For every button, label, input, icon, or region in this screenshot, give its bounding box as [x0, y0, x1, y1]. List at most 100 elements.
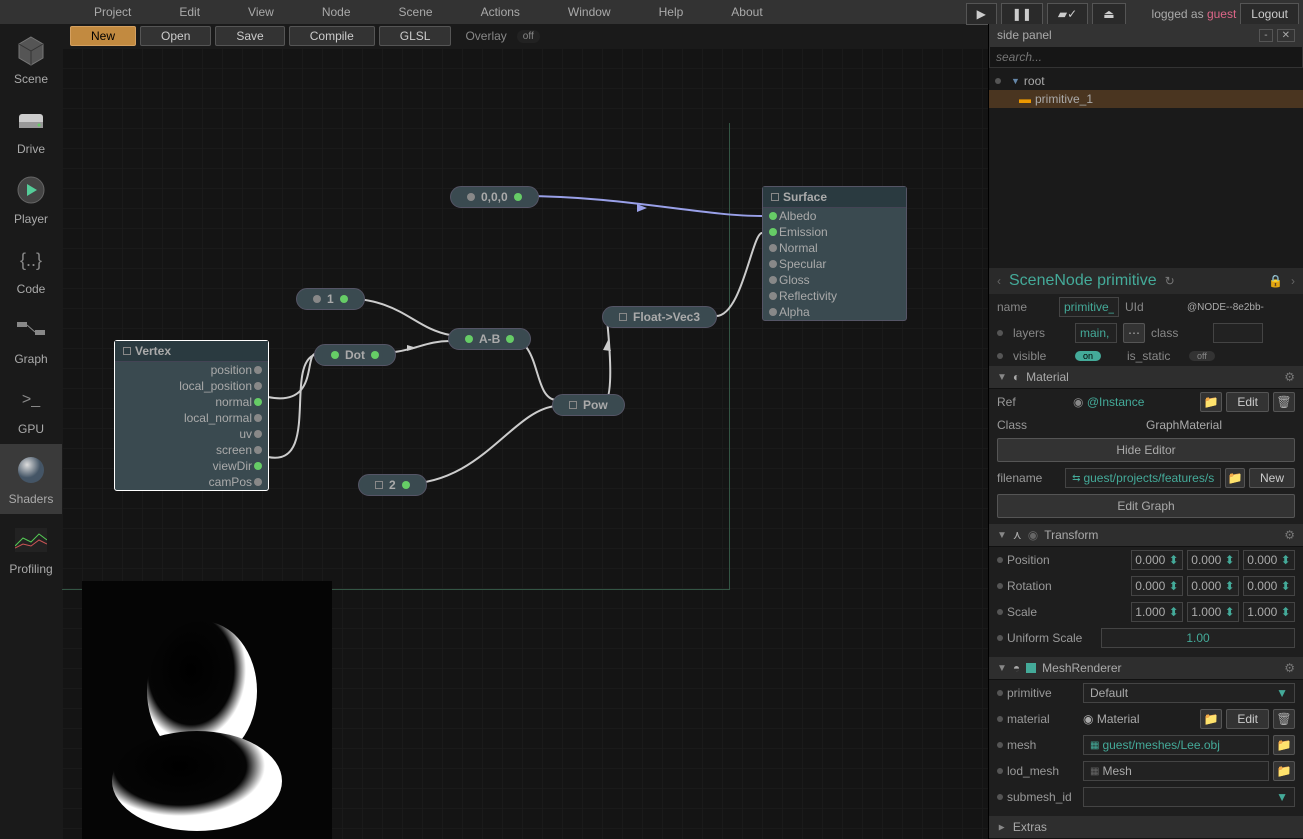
port-campos[interactable]: camPos — [115, 474, 268, 490]
scl-y[interactable]: 1.000 ⬍ — [1187, 602, 1239, 622]
menu-edit[interactable]: Edit — [155, 0, 224, 24]
filename-input[interactable]: ⇆ guest/projects/features/s — [1065, 468, 1221, 488]
search-input[interactable] — [989, 46, 1303, 68]
node-float-to-vec3[interactable]: Float->Vec3 — [602, 306, 717, 328]
folder-icon[interactable]: 📁 — [1273, 761, 1295, 781]
port-position[interactable]: position — [115, 362, 268, 378]
chevron-right-icon[interactable]: › — [1291, 274, 1295, 288]
checkbox-icon[interactable] — [569, 401, 577, 409]
tool-code[interactable]: {..}Code — [0, 234, 62, 304]
pause-button[interactable]: ❚❚ — [1001, 3, 1043, 25]
uniform-scale[interactable]: 1.00 — [1101, 628, 1295, 648]
save-button[interactable]: Save — [215, 26, 284, 46]
menu-help[interactable]: Help — [635, 0, 708, 24]
gear-icon[interactable]: ⚙ — [1284, 528, 1295, 542]
tool-profiling[interactable]: Profiling — [0, 514, 62, 584]
rot-y[interactable]: 0.000 ⬍ — [1187, 576, 1239, 596]
node-pow[interactable]: Pow — [552, 394, 625, 416]
trash-icon[interactable]: 🗑 — [1273, 709, 1295, 729]
port-uv[interactable]: uv — [115, 426, 268, 442]
class-input[interactable] — [1213, 323, 1263, 343]
static-toggle[interactable]: off — [1189, 351, 1215, 361]
glsl-button[interactable]: GLSL — [379, 26, 452, 46]
rot-x[interactable]: 0.000 ⬍ — [1131, 576, 1183, 596]
pos-x[interactable]: 0.000 ⬍ — [1131, 550, 1183, 570]
rot-z[interactable]: 0.000 ⬍ — [1243, 576, 1295, 596]
port-albedo[interactable]: Albedo — [763, 208, 906, 224]
checkbox-icon[interactable] — [375, 481, 383, 489]
tool-drive[interactable]: Drive — [0, 94, 62, 164]
edit-graph-button[interactable]: Edit Graph — [997, 494, 1295, 518]
folder-icon[interactable]: 📁 — [1225, 468, 1245, 488]
scl-x[interactable]: 1.000 ⬍ — [1131, 602, 1183, 622]
compile-button[interactable]: Compile — [289, 26, 375, 46]
submesh-select[interactable]: ▼ — [1083, 787, 1295, 807]
lock-icon[interactable]: 🔒 — [1268, 274, 1283, 288]
folder-icon[interactable]: 📁 — [1200, 709, 1222, 729]
port-gloss[interactable]: Gloss — [763, 272, 906, 288]
open-button[interactable]: Open — [140, 26, 211, 46]
transform-header[interactable]: ▼⋏◉Transform⚙ — [989, 524, 1303, 547]
node-vertex[interactable]: Vertex position local_position normal lo… — [114, 340, 269, 491]
tool-scene[interactable]: Scene — [0, 24, 62, 94]
eject-button[interactable]: ⏏ — [1092, 3, 1125, 25]
visible-toggle[interactable]: on — [1075, 351, 1101, 361]
checkbox-icon[interactable] — [771, 193, 779, 201]
material-link[interactable]: Material — [1097, 712, 1140, 726]
port-specular[interactable]: Specular — [763, 256, 906, 272]
scl-z[interactable]: 1.000 ⬍ — [1243, 602, 1295, 622]
menu-project[interactable]: Project — [70, 0, 155, 24]
pos-y[interactable]: 0.000 ⬍ — [1187, 550, 1239, 570]
menu-window[interactable]: Window — [544, 0, 635, 24]
port-normal-in[interactable]: Normal — [763, 240, 906, 256]
node-dot[interactable]: Dot — [314, 344, 396, 366]
graph-canvas[interactable]: Vertex position local_position normal lo… — [62, 48, 988, 839]
play-button[interactable]: ▶ — [966, 3, 997, 25]
lod-mesh-input[interactable]: ▦ Mesh — [1083, 761, 1269, 781]
folder-icon[interactable]: 📁 — [1200, 392, 1222, 412]
tree-child-primitive[interactable]: ▬ primitive_1 — [989, 90, 1303, 108]
menu-view[interactable]: View — [224, 0, 298, 24]
hide-editor-button[interactable]: Hide Editor — [997, 438, 1295, 462]
node-const-2[interactable]: 2 — [358, 474, 427, 496]
port-reflectivity[interactable]: Reflectivity — [763, 288, 906, 304]
edit-ref-button[interactable]: Edit — [1226, 392, 1269, 412]
new-file-button[interactable]: New — [1249, 468, 1295, 488]
port-viewdir[interactable]: viewDir — [115, 458, 268, 474]
tool-gpu[interactable]: >_GPU — [0, 374, 62, 444]
mesh-path-input[interactable]: ▦ guest/meshes/Lee.obj — [1083, 735, 1269, 755]
port-screen[interactable]: screen — [115, 442, 268, 458]
node-const-1[interactable]: 1 — [296, 288, 365, 310]
checkbox-icon[interactable] — [123, 347, 131, 355]
material-header[interactable]: ▼◐Material⚙ — [989, 366, 1303, 389]
keyframe-button[interactable]: ▰✓ — [1047, 3, 1088, 25]
tool-graph[interactable]: Graph — [0, 304, 62, 374]
mesh-header[interactable]: ▼◓MeshRenderer⚙ — [989, 657, 1303, 680]
refresh-icon[interactable]: ↻ — [1165, 274, 1175, 288]
checkbox-on-icon[interactable] — [1026, 663, 1036, 673]
gear-icon[interactable]: ⚙ — [1284, 661, 1295, 675]
port-alpha[interactable]: Alpha — [763, 304, 906, 320]
new-button[interactable]: New — [70, 26, 136, 46]
node-ab[interactable]: A-B — [448, 328, 531, 350]
menu-about[interactable]: About — [707, 0, 786, 24]
port-normal[interactable]: normal — [115, 394, 268, 410]
close-button[interactable]: ✕ — [1277, 29, 1295, 42]
tree-root[interactable]: ▼ root — [989, 72, 1303, 90]
ref-link[interactable]: @Instance — [1087, 395, 1145, 409]
node-const-000[interactable]: 0,0,0 — [450, 186, 539, 208]
layers-input[interactable] — [1075, 323, 1117, 343]
port-local-normal[interactable]: local_normal — [115, 410, 268, 426]
more-button[interactable]: ⋯ — [1123, 323, 1145, 343]
tool-player[interactable]: Player — [0, 164, 62, 234]
node-surface[interactable]: Surface Albedo Emission Normal Specular … — [762, 186, 907, 321]
folder-icon[interactable]: 📁 — [1273, 735, 1295, 755]
gear-icon[interactable]: ⚙ — [1284, 370, 1295, 384]
name-input[interactable] — [1059, 297, 1119, 317]
trash-icon[interactable]: 🗑 — [1273, 392, 1295, 412]
extras-header[interactable]: ▼Extras — [989, 816, 1303, 839]
preview-viewport[interactable] — [82, 581, 332, 839]
chevron-left-icon[interactable]: ‹ — [997, 274, 1001, 288]
port-local-position[interactable]: local_position — [115, 378, 268, 394]
edit-material-button[interactable]: Edit — [1226, 709, 1269, 729]
